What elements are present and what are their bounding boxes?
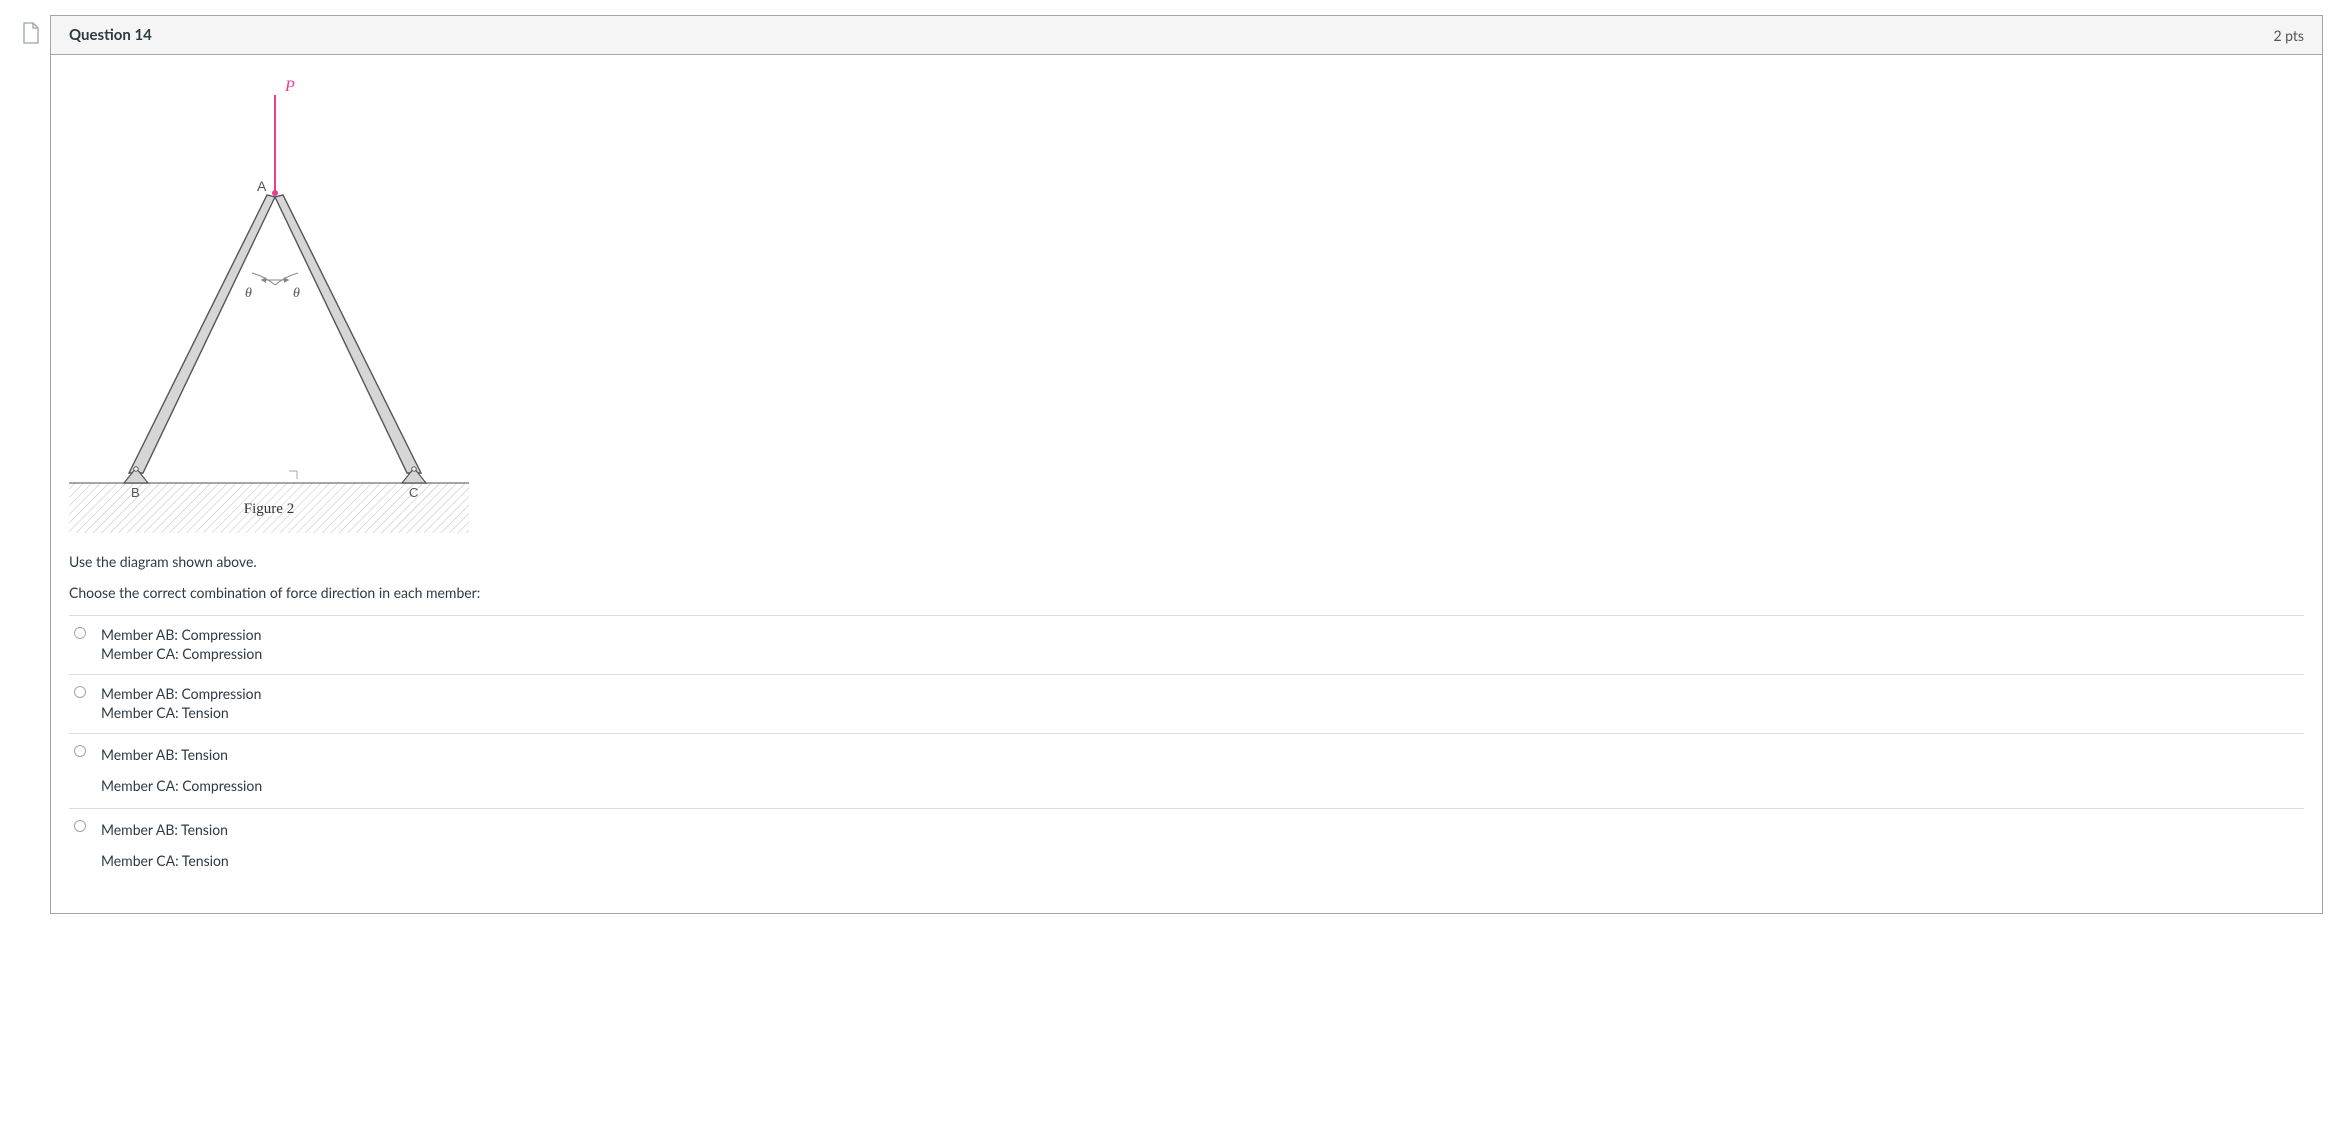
answer-line: Member AB: Compression — [101, 626, 2304, 643]
answer-line: Member CA: Compression — [101, 645, 2304, 662]
answer-option[interactable]: Member AB: Compression Member CA: Tensio… — [69, 674, 2304, 733]
figure-caption: Figure 2 — [244, 501, 294, 517]
figure: P A B C — [69, 73, 2304, 533]
question-body: P A B C — [51, 55, 2322, 913]
question-points: 2 pts — [2273, 27, 2304, 44]
answer-option[interactable]: Member AB: Tension Member CA: Compressio… — [69, 733, 2304, 808]
answer-option[interactable]: Member AB: Compression Member CA: Compre… — [69, 615, 2304, 674]
page-icon — [22, 22, 40, 44]
answer-line: Member CA: Tension — [101, 852, 2304, 869]
answer-option[interactable]: Member AB: Tension Member CA: Tension — [69, 808, 2304, 883]
answer-radio[interactable] — [74, 686, 86, 698]
truss-diagram: P A B C — [69, 73, 469, 533]
question-header: Question 14 2 pts — [51, 16, 2322, 55]
question-prompt: Use the diagram shown above. Choose the … — [69, 553, 2304, 601]
answer-radio[interactable] — [74, 820, 86, 832]
theta-left: θ — [245, 286, 252, 301]
answer-list: Member AB: Compression Member CA: Compre… — [69, 615, 2304, 883]
question-container: Question 14 2 pts P A — [50, 15, 2323, 914]
prompt-line-1: Use the diagram shown above. — [69, 553, 2304, 570]
theta-right: θ — [293, 286, 300, 301]
label-P: P — [284, 78, 295, 95]
answer-line: Member AB: Compression — [101, 685, 2304, 702]
answer-line: Member CA: Compression — [101, 777, 2304, 794]
answer-radio[interactable] — [74, 745, 86, 757]
answer-line: Member AB: Tension — [101, 746, 2304, 763]
answer-line: Member AB: Tension — [101, 821, 2304, 838]
prompt-line-2: Choose the correct combination of force … — [69, 584, 2304, 601]
label-B: B — [131, 485, 140, 500]
answer-radio[interactable] — [74, 627, 86, 639]
answer-line: Member CA: Tension — [101, 704, 2304, 721]
label-C: C — [409, 485, 418, 500]
label-A: A — [257, 178, 267, 194]
question-title: Question 14 — [69, 26, 152, 44]
